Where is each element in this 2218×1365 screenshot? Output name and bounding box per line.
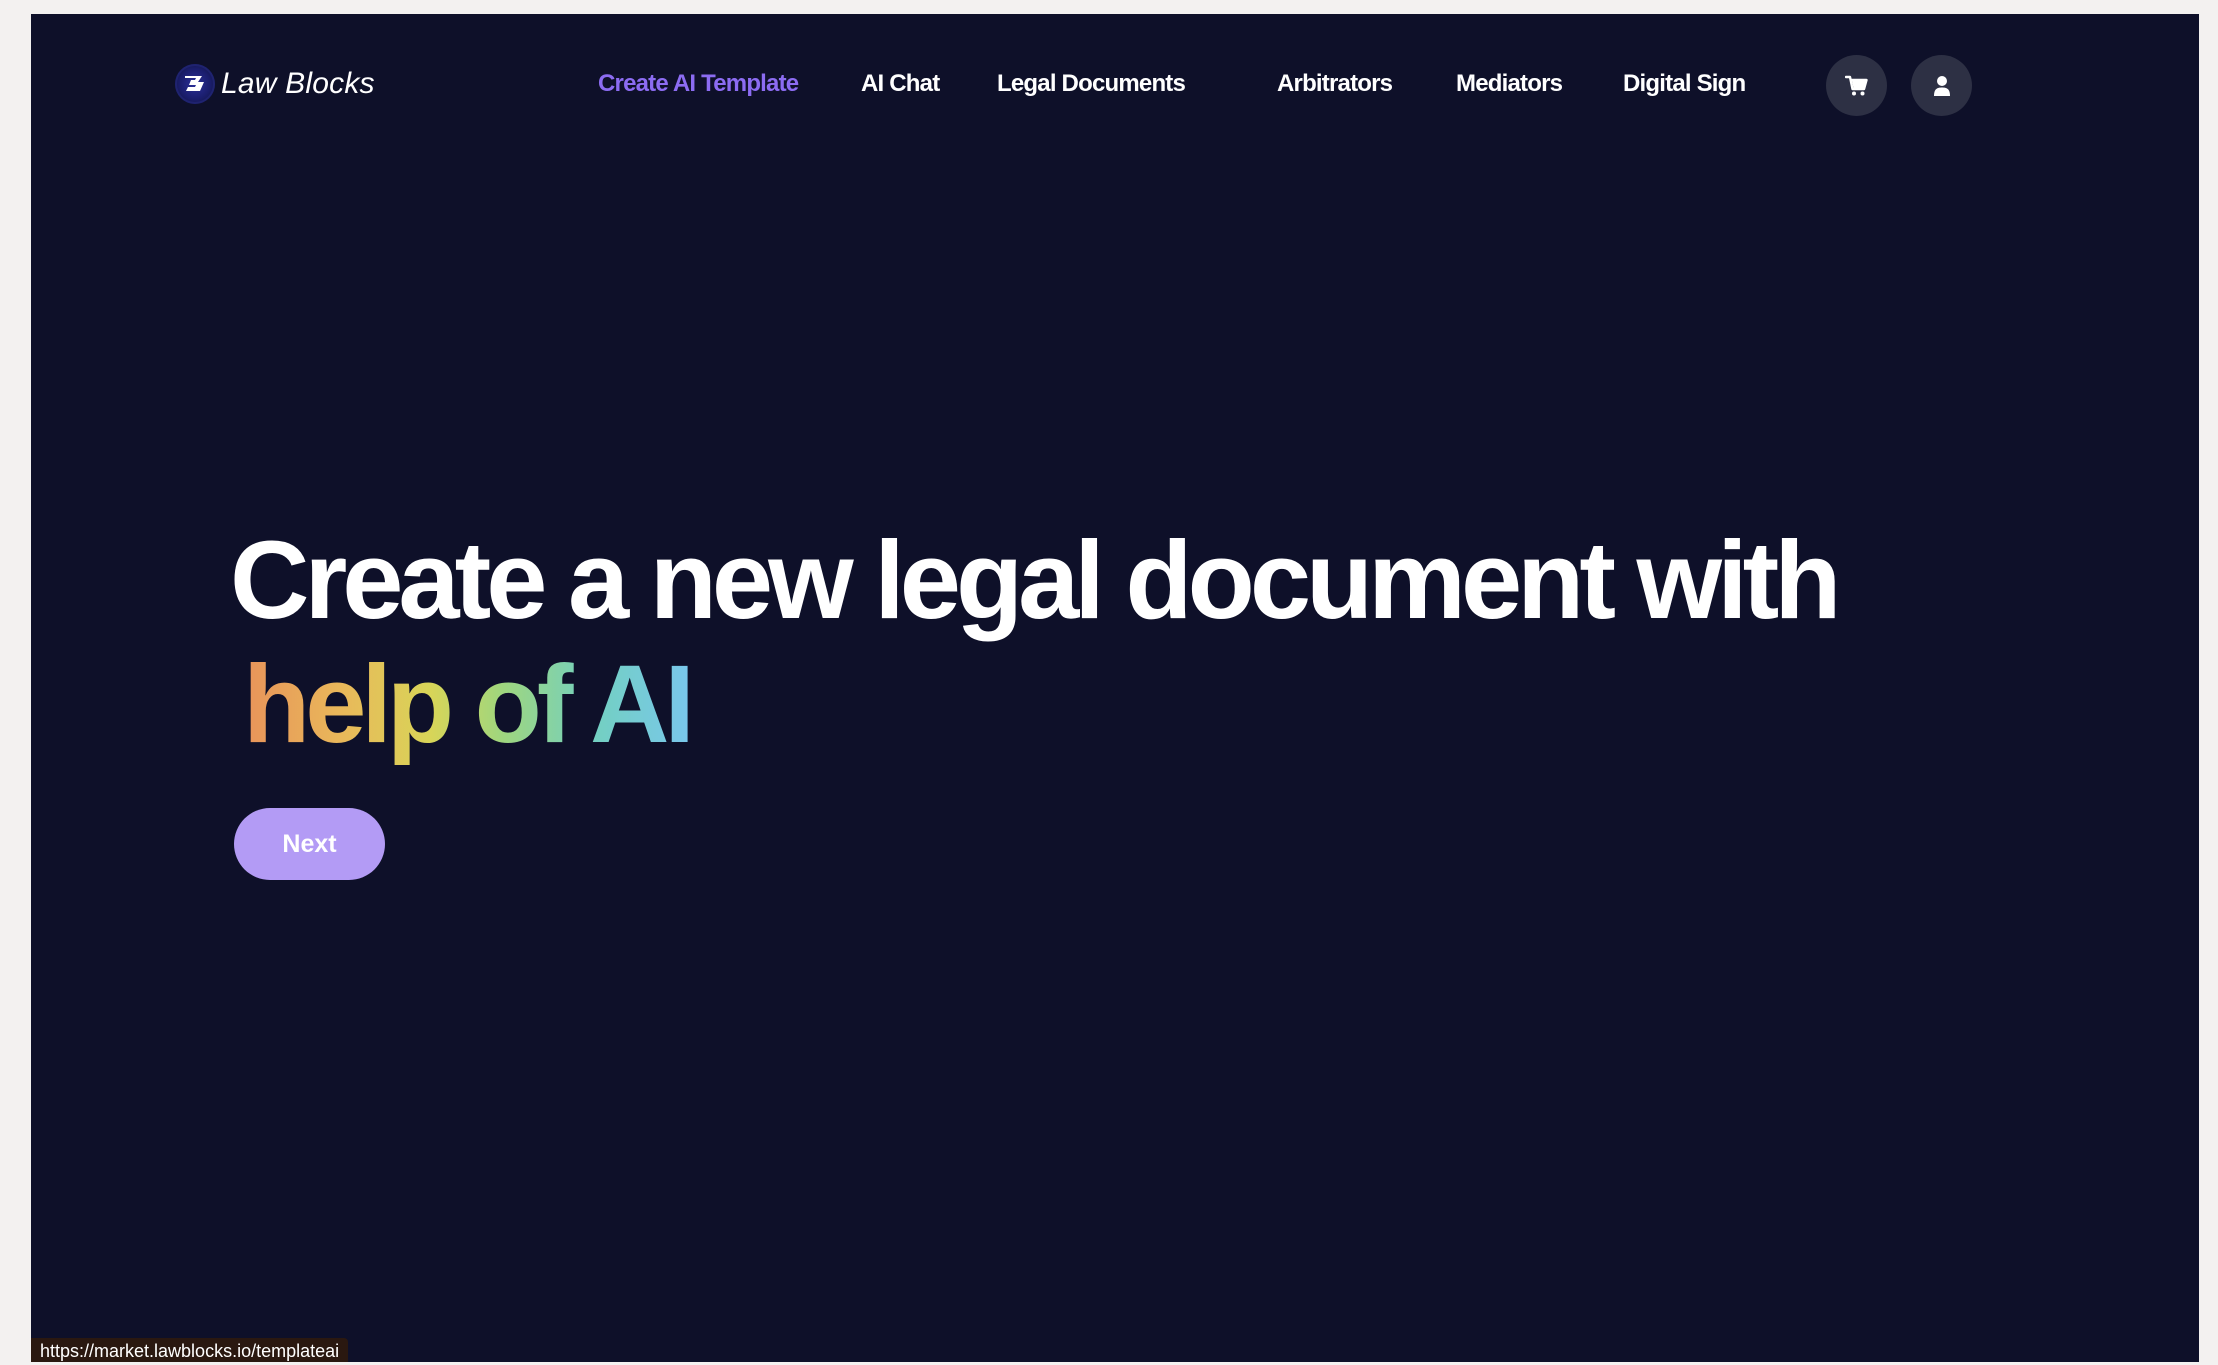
user-icon bbox=[1933, 75, 1950, 96]
nav-digital-sign[interactable]: Digital Sign bbox=[1623, 70, 1746, 98]
hero-title: Create a new legal document with bbox=[230, 519, 1841, 642]
nav-legal-documents[interactable]: Legal Documents bbox=[997, 70, 1186, 98]
law-blocks-logo-icon bbox=[175, 64, 215, 104]
nav-create-ai-template[interactable]: Create AI Template bbox=[598, 70, 799, 98]
account-button[interactable] bbox=[1911, 55, 1972, 116]
hero-title-highlight: help of AI bbox=[243, 643, 695, 766]
nav-ai-chat[interactable]: AI Chat bbox=[861, 70, 940, 98]
app-window: Law Blocks Create AI Template AI Chat Le… bbox=[31, 14, 2199, 1362]
cart-button[interactable] bbox=[1826, 55, 1887, 116]
nav-arbitrators[interactable]: Arbitrators bbox=[1277, 70, 1393, 98]
next-button[interactable]: Next bbox=[234, 808, 385, 880]
brand-name: Law Blocks bbox=[221, 67, 375, 100]
status-bar-link-preview: https://market.lawblocks.io/templateai bbox=[31, 1338, 349, 1362]
nav-mediators[interactable]: Mediators bbox=[1456, 70, 1563, 98]
brand-logo[interactable]: Law Blocks bbox=[175, 64, 375, 104]
top-navbar: Law Blocks Create AI Template AI Chat Le… bbox=[31, 14, 2199, 159]
cart-icon bbox=[1844, 75, 1868, 95]
